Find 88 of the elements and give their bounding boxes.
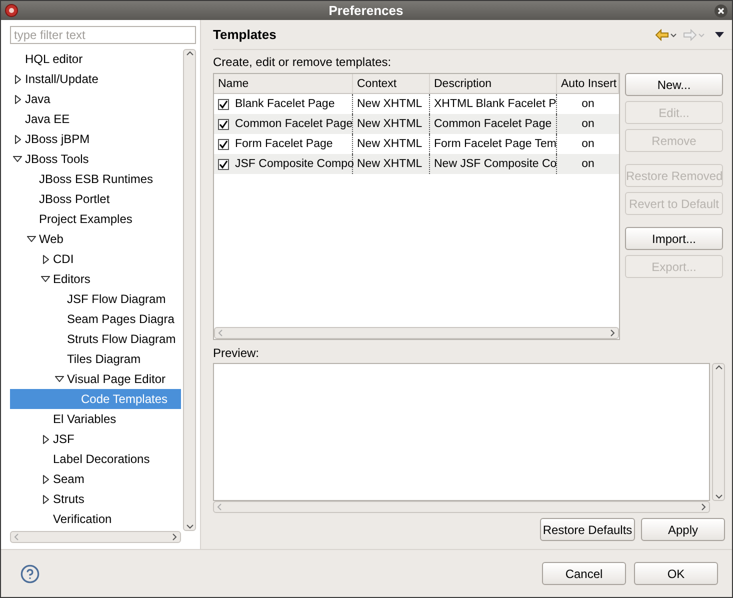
tree-item[interactable]: HQL editor [10, 49, 181, 69]
table-cell: New XHTML [357, 118, 422, 130]
column-header[interactable]: Description [430, 74, 557, 94]
column-header[interactable]: Auto Insert [557, 74, 619, 94]
tree-item[interactable]: El Variables [10, 409, 181, 429]
collapsed-arrow-icon[interactable] [14, 74, 20, 84]
scroll-right-icon[interactable] [610, 329, 616, 337]
tree-item[interactable]: Java EE [10, 109, 181, 129]
close-icon[interactable] [714, 4, 728, 18]
table-cell: on [582, 118, 594, 130]
checkbox[interactable] [218, 138, 229, 150]
vertical-scrollbar[interactable] [183, 49, 196, 531]
vertical-scrollbar[interactable] [712, 363, 725, 501]
tree-item[interactable]: JBoss jBPM [10, 129, 181, 149]
app-icon [5, 4, 18, 17]
table-row[interactable]: JSF Composite Compo New XHTML New JSF Composite Co on [214, 154, 619, 174]
side-button[interactable]: New... [625, 73, 723, 96]
table-cell: Blank Facelet Page [235, 98, 335, 110]
tree-item[interactable]: Project Examples [10, 209, 181, 229]
tree-item[interactable]: Seam [10, 469, 181, 489]
tree-item[interactable]: Struts [10, 489, 181, 509]
tree-item[interactable]: Visual Page Editor [10, 369, 181, 389]
tree-item[interactable]: Java [10, 89, 181, 109]
horizontal-scrollbar[interactable] [214, 327, 619, 339]
scroll-down-icon[interactable] [714, 494, 722, 500]
checkbox[interactable] [218, 98, 229, 110]
table-cell: New XHTML [357, 98, 422, 110]
collapsed-arrow-icon[interactable] [42, 474, 48, 484]
table-cell: XHTML Blank Facelet P [434, 98, 556, 110]
scroll-down-icon[interactable] [186, 524, 194, 530]
collapsed-arrow-icon[interactable] [14, 134, 20, 144]
tree-item[interactable]: CDI [10, 249, 181, 269]
table-cell: Common Facelet Page [235, 118, 353, 130]
collapsed-arrow-icon[interactable] [42, 254, 48, 264]
scroll-up-icon[interactable] [186, 50, 194, 56]
column-header[interactable]: Context [353, 74, 430, 94]
tree-item[interactable]: JSF [10, 429, 181, 449]
expanded-arrow-icon[interactable] [55, 376, 64, 382]
expanded-arrow-icon[interactable] [41, 276, 50, 282]
expanded-arrow-icon[interactable] [13, 156, 22, 162]
table-cell: Form Facelet Page Tem [434, 138, 557, 150]
tree-item[interactable]: Install/Update [10, 69, 181, 89]
horizontal-scrollbar[interactable] [213, 501, 710, 513]
horizontal-scrollbar[interactable] [10, 531, 181, 543]
tree-item[interactable]: JBoss Portlet [10, 189, 181, 209]
table-cell: Common Facelet Page [434, 118, 552, 130]
table-cell: JSF Composite Compo [235, 158, 354, 170]
tree-item[interactable]: JBoss Tools [10, 149, 181, 169]
dialog-button[interactable]: Cancel [542, 562, 626, 585]
table-cell: New XHTML [357, 158, 422, 170]
table-cell: New JSF Composite Co [434, 158, 557, 170]
tree-item[interactable]: Editors [10, 269, 181, 289]
table-cell: on [582, 138, 594, 150]
table-row[interactable]: Common Facelet Page New XHTML Common Facelet Page on [214, 114, 619, 134]
page-title: Templates [213, 27, 278, 42]
intro-text: Create, edit or remove templates: [213, 55, 392, 69]
tree-item[interactable]: JSF Flow Diagram [10, 289, 181, 309]
checkbox[interactable] [218, 158, 229, 170]
table-cell: Form Facelet Page [235, 138, 333, 150]
scroll-right-icon[interactable] [172, 533, 178, 541]
tree-item[interactable]: Verification [10, 509, 181, 529]
collapsed-arrow-icon[interactable] [42, 494, 48, 504]
back-arrow-icon[interactable] [655, 28, 677, 40]
collapsed-arrow-icon[interactable] [14, 94, 20, 104]
tree-item[interactable]: Struts Flow Diagram [10, 329, 181, 349]
expanded-arrow-icon[interactable] [27, 236, 36, 242]
side-button[interactable]: Import... [625, 227, 723, 250]
tree-item[interactable]: Seam Pages Diagra [10, 309, 181, 329]
collapsed-arrow-icon[interactable] [42, 434, 48, 444]
window-title: Preferences [328, 3, 404, 18]
tree-item[interactable]: JBoss ESB Runtimes [10, 169, 181, 189]
dialog-button[interactable]: OK [634, 562, 718, 585]
menu-caret-icon[interactable] [715, 32, 724, 38]
tree-item[interactable]: Label Decorations [10, 449, 181, 469]
table-cell: New XHTML [357, 138, 422, 150]
table-cell: on [582, 158, 594, 170]
page-button[interactable]: Restore Defaults [540, 518, 635, 541]
column-header[interactable]: Name [214, 74, 353, 94]
checkbox[interactable] [218, 118, 229, 130]
table-cell: on [582, 98, 594, 110]
help-icon[interactable] [20, 564, 40, 584]
scroll-right-icon[interactable] [701, 503, 707, 511]
scroll-up-icon[interactable] [714, 364, 722, 370]
filter-field[interactable]: type filter text [10, 26, 196, 44]
page-button[interactable]: Apply [641, 518, 725, 541]
preview-label: Preview: [213, 346, 260, 360]
tree-item[interactable]: Tiles Diagram [10, 349, 181, 369]
tree-item[interactable]: Web [10, 229, 181, 249]
